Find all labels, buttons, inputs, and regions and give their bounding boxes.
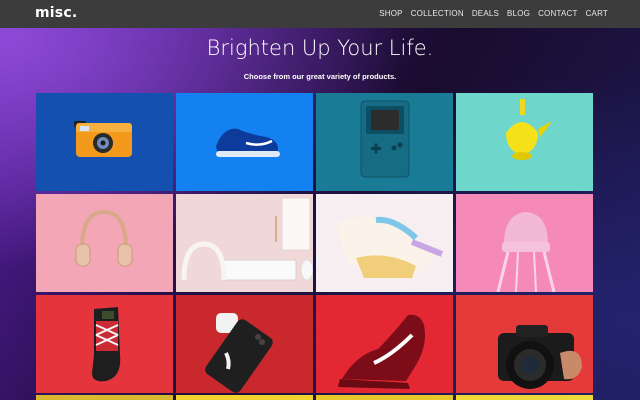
camera-icon [36,93,173,191]
running-shoe-icon [316,295,453,393]
nav-item-blog[interactable]: BLOG [507,9,530,18]
keyboard-icon [176,194,313,292]
product-tile-socks[interactable] [36,295,173,393]
brand-logo[interactable]: misc. [35,5,77,21]
chair-icon [456,194,593,292]
product-tile-chair[interactable] [456,194,593,292]
dslr-camera-icon [456,295,593,393]
product-tile-running-shoe[interactable] [316,295,453,393]
product-tile-sneakers[interactable] [316,194,453,292]
product-tile-headphones[interactable] [36,194,173,292]
sock-icon [36,295,173,393]
hero-title: Brighten Up Your Life. [206,36,434,60]
hero-subtitle: Choose from our great variety of product… [243,72,397,81]
product-tile-teapot[interactable] [456,93,593,191]
teapot-icon [456,93,593,191]
preview-tile-1 [36,395,173,400]
nav-item-collection[interactable]: COLLECTION [411,9,464,18]
preview-tile-2 [176,395,313,400]
product-tile-dslr-camera[interactable] [456,295,593,393]
sneaker-icon [176,93,313,191]
nav-item-cart[interactable]: CART [586,9,608,18]
nav-item-deals[interactable]: DEALS [472,9,499,18]
product-tile-phone[interactable] [176,295,313,393]
next-row-preview [36,395,594,400]
nav-item-contact[interactable]: CONTACT [538,9,577,18]
preview-tile-3 [316,395,453,400]
product-tile-sneaker[interactable] [176,93,313,191]
headphones-icon [36,194,173,292]
nav-item-shop[interactable]: SHOP [379,9,402,18]
product-tile-game-console[interactable] [316,93,453,191]
product-tile-desk-setup[interactable] [176,194,313,292]
top-nav: misc. SHOP COLLECTION DEALS BLOG CONTACT… [0,0,640,28]
nav-menu: SHOP COLLECTION DEALS BLOG CONTACT CART [379,9,608,18]
sneakers-icon [316,194,453,292]
product-tile-camera[interactable] [36,93,173,191]
gameboy-icon [316,93,453,191]
preview-tile-4 [456,395,593,400]
product-grid [36,93,594,393]
phone-icon [176,295,313,393]
